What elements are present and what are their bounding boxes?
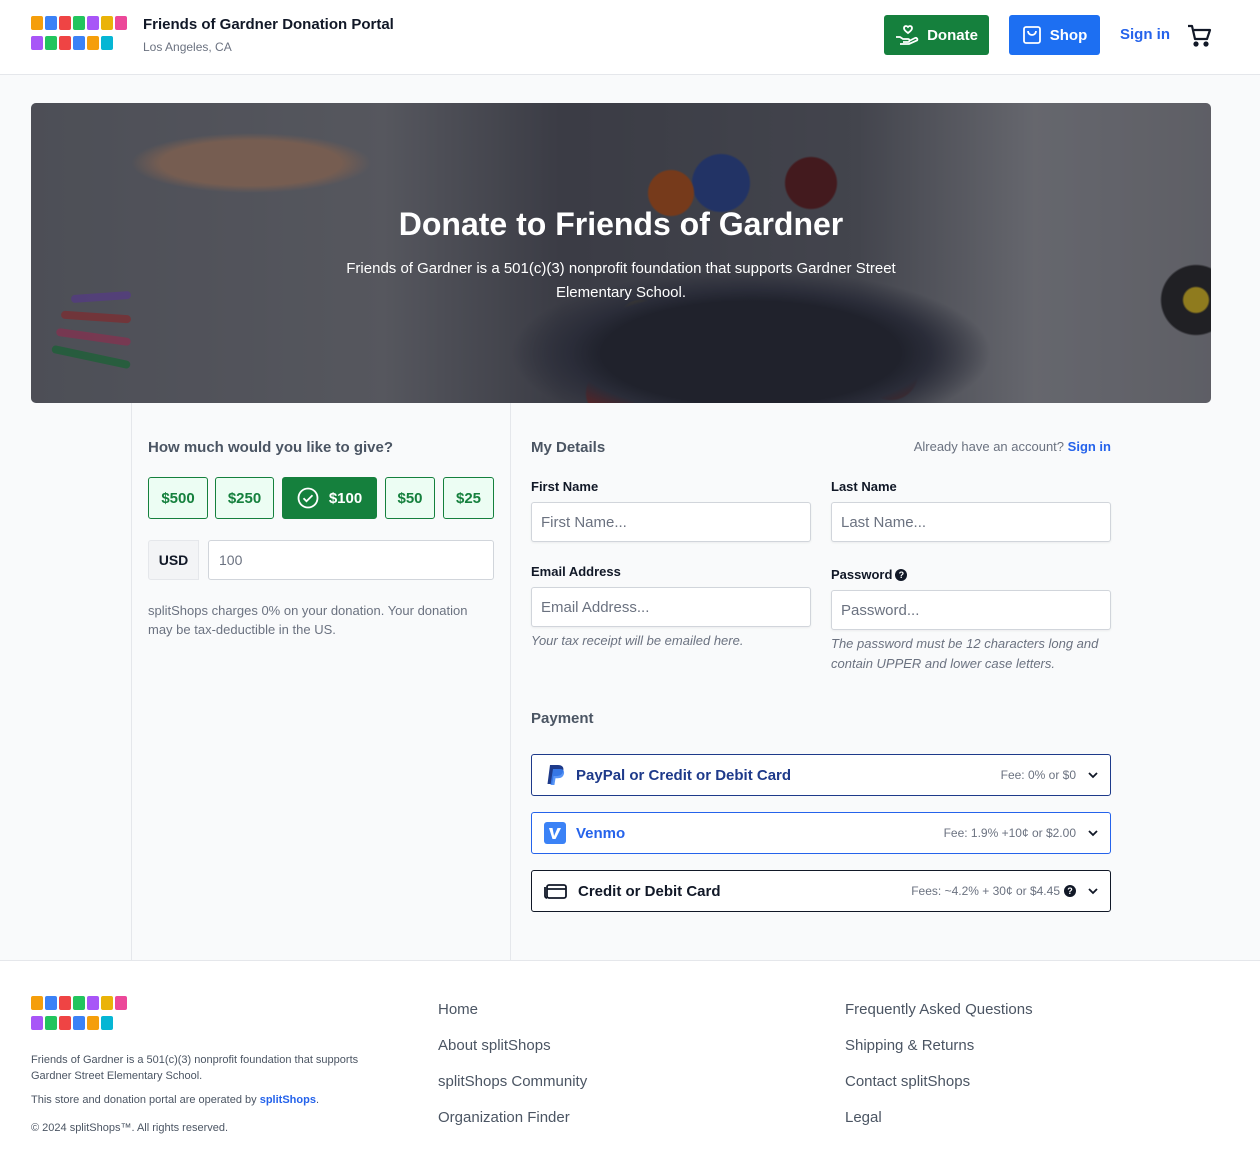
amount-label: $100	[328, 489, 363, 507]
footer-operated-text: This store and donation portal are opera…	[31, 1094, 257, 1106]
amount-option-25[interactable]: $25	[443, 477, 494, 519]
hero-title: Donate to Friends of Gardner	[398, 206, 844, 242]
amount-option-250[interactable]: $250	[215, 477, 274, 519]
email-field[interactable]: Email Address...	[531, 587, 811, 627]
password-field[interactable]: Password...	[831, 590, 1111, 630]
payment-option-paypal[interactable]: PayPal or Credit or Debit Card Fee: 0% o…	[531, 754, 1111, 796]
chevron-down-icon	[1088, 888, 1098, 895]
donate-button-label: Donate	[927, 26, 978, 44]
payment-fee: Fee: 1.9% +10¢ or $2.00	[943, 826, 1076, 840]
shop-button-label: Shop	[1049, 26, 1088, 44]
footer-link-legal[interactable]: Legal	[845, 1109, 882, 1126]
payment-method-name: Venmo	[576, 824, 626, 842]
check-circle-icon	[297, 487, 319, 509]
payment-method-name: PayPal or Credit or Debit Card	[576, 766, 792, 784]
footer-logo[interactable]	[31, 996, 129, 1033]
footer-link-org-finder[interactable]: Organization Finder	[438, 1109, 570, 1126]
cart-icon[interactable]	[1186, 22, 1212, 48]
amount-label: $25	[455, 489, 482, 507]
help-icon[interactable]: ?	[1064, 885, 1076, 897]
footer-link-community[interactable]: splitShops Community	[438, 1073, 587, 1090]
footer-link-shipping[interactable]: Shipping & Returns	[845, 1037, 974, 1054]
chevron-down-icon	[1088, 830, 1098, 837]
email-label: Email Address	[531, 564, 621, 579]
payment-fee-row: Fees: ~4.2% + 30¢ or $4.45?	[911, 884, 1076, 898]
my-details-heading: My Details	[531, 439, 606, 456]
footer-operated: This store and donation portal are opera…	[31, 1092, 381, 1108]
fee-note: splitShops charges 0% on your donation. …	[148, 603, 468, 637]
have-account-text: Already have an account? Sign in	[914, 439, 1111, 454]
footer-copyright: © 2024 splitShops™. All rights reserved.	[31, 1122, 229, 1134]
currency-label: USD	[148, 540, 199, 580]
site-header: Friends of Gardner Donation Portal Los A…	[0, 0, 1260, 75]
first-name-field[interactable]: First Name...	[531, 502, 811, 542]
venmo-icon	[544, 822, 566, 844]
amount-label: $50	[397, 489, 423, 507]
payment-fee: Fee: 0% or $0	[1000, 768, 1076, 782]
gardner-street-logo[interactable]	[31, 16, 129, 53]
details-signin-link[interactable]: Sign in	[1068, 439, 1111, 454]
last-name-field[interactable]: Last Name...	[831, 502, 1111, 542]
hero-banner: Donate to Friends of Gardner Friends of …	[31, 103, 1211, 403]
payment-heading: Payment	[531, 710, 594, 727]
last-name-label: Last Name	[831, 479, 897, 494]
hand-heart-icon	[896, 25, 919, 45]
amount-label: $250	[227, 489, 262, 507]
payment-option-card[interactable]: Credit or Debit Card Fees: ~4.2% + 30¢ o…	[531, 870, 1111, 912]
chevron-down-icon	[1088, 772, 1098, 779]
have-account-label: Already have an account?	[913, 439, 1065, 454]
amount-option-500[interactable]: $500	[148, 477, 208, 519]
footer-link-faq[interactable]: Frequently Asked Questions	[845, 1001, 1033, 1018]
amount-label: $500	[161, 489, 195, 507]
footer-about: Friends of Gardner is a 501(c)(3) nonpro…	[31, 1054, 359, 1082]
password-label-row: Password?	[831, 567, 908, 582]
password-label: Password	[831, 567, 893, 582]
help-icon[interactable]: ?	[895, 569, 908, 581]
email-hint: Your tax receipt will be emailed here.	[531, 633, 744, 648]
hero-description: Friends of Gardner is a 501(c)(3) nonpro…	[346, 260, 896, 301]
donate-button[interactable]: Donate	[884, 15, 989, 55]
shop-button[interactable]: Shop	[1009, 15, 1100, 55]
credit-card-icon	[544, 884, 567, 899]
amount-option-50[interactable]: $50	[385, 477, 435, 519]
payment-method-name: Credit or Debit Card	[578, 882, 721, 900]
payment-option-venmo[interactable]: Venmo Fee: 1.9% +10¢ or $2.00	[531, 812, 1111, 854]
header-signin-link[interactable]: Sign in	[1120, 26, 1170, 43]
first-name-label: First Name	[531, 479, 599, 494]
footer-operated-suffix: .	[315, 1094, 320, 1106]
password-hint: The password must be 12 characters long …	[831, 636, 1099, 671]
payment-fee: Fees: ~4.2% + 30¢ or $4.45	[911, 884, 1060, 898]
footer-link-about[interactable]: About splitShops	[438, 1037, 551, 1054]
splitshops-link[interactable]: splitShops	[260, 1094, 316, 1106]
paypal-icon	[547, 765, 565, 785]
donation-question: How much would you like to give?	[148, 439, 394, 456]
portal-title: Friends of Gardner Donation Portal	[143, 16, 394, 33]
footer-link-home[interactable]: Home	[438, 1001, 478, 1018]
footer-link-contact[interactable]: Contact splitShops	[845, 1073, 970, 1090]
amount-option-100[interactable]: $100	[282, 477, 377, 519]
amount-input[interactable]: 100	[208, 540, 494, 580]
portal-location: Los Angeles, CA	[143, 40, 232, 54]
shopping-bag-icon	[1022, 26, 1041, 44]
